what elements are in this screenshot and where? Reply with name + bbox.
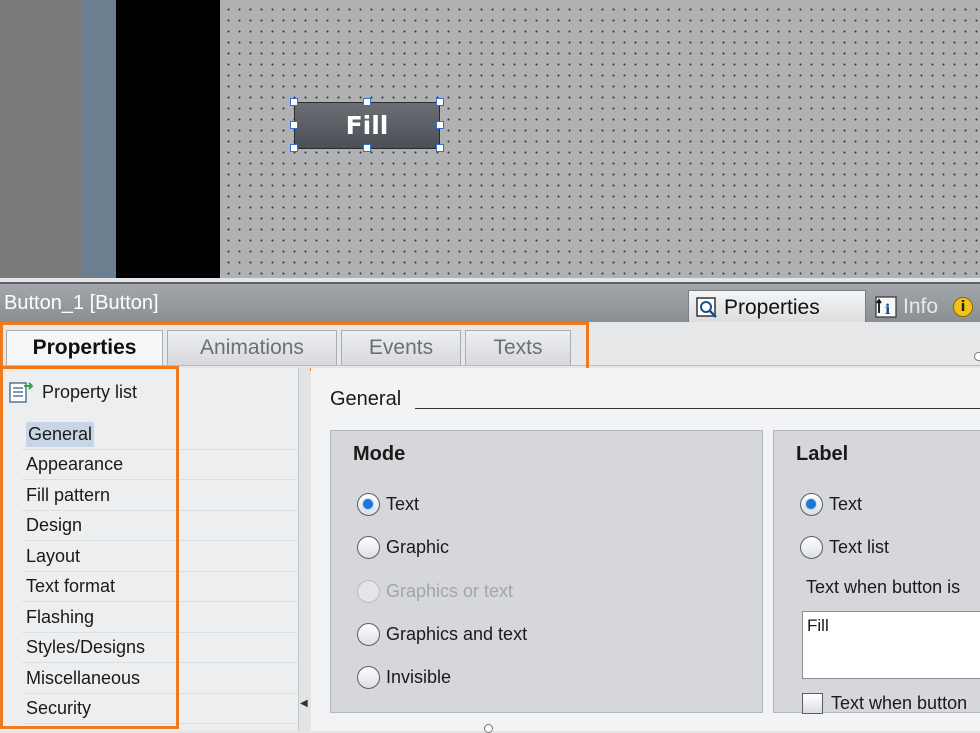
inspector-tab-properties-label: Properties bbox=[724, 295, 820, 319]
mode-option-graphic[interactable]: Graphic bbox=[357, 536, 449, 559]
properties-magnifier-icon bbox=[696, 296, 717, 318]
label-text-field[interactable]: Fill bbox=[802, 611, 980, 679]
tab-texts-label: Texts bbox=[493, 336, 543, 359]
radio-label: Graphics and text bbox=[386, 624, 528, 644]
fill-button-label: Fill bbox=[345, 111, 389, 140]
property-content-area: General Mode Text Graphic Graphics or te… bbox=[311, 368, 980, 731]
nav-item-appearance[interactable]: Appearance bbox=[22, 450, 297, 480]
nav-item-label: Appearance bbox=[26, 454, 124, 474]
diagnostics-icon[interactable]: i bbox=[953, 297, 974, 317]
radio-label: Text bbox=[829, 494, 863, 514]
tab-events-label: Events bbox=[368, 336, 434, 359]
tab-events[interactable]: Events bbox=[341, 330, 461, 365]
nav-item-design[interactable]: Design bbox=[22, 511, 297, 541]
radio-button bbox=[357, 580, 380, 603]
property-list-header[interactable]: Property list bbox=[8, 380, 137, 404]
nav-item-label: Miscellaneous bbox=[26, 668, 141, 688]
nav-item-fill-pattern[interactable]: Fill pattern bbox=[22, 481, 297, 511]
info-arrow-icon: i bbox=[875, 296, 897, 318]
nav-item-label: General bbox=[26, 422, 95, 447]
subtab-bar: Properties Animations Events Texts bbox=[0, 322, 980, 366]
mode-option-text[interactable]: Text bbox=[357, 493, 419, 516]
selection-title: Button_1 [Button] bbox=[4, 292, 159, 314]
selection-handle-w[interactable] bbox=[290, 121, 298, 129]
section-title: General bbox=[330, 388, 402, 410]
pressed-text-option[interactable]: Text when button bbox=[802, 693, 967, 714]
nav-item-label: Flashing bbox=[26, 607, 95, 627]
nav-item-label: Styles/Designs bbox=[26, 637, 146, 657]
screen-canvas[interactable] bbox=[0, 0, 980, 278]
selection-handle-sw[interactable] bbox=[290, 144, 298, 152]
canvas-left-panel bbox=[0, 0, 82, 278]
inspector-tab-properties[interactable]: Properties bbox=[688, 290, 866, 324]
nav-item-styles-designs[interactable]: Styles/Designs bbox=[22, 633, 297, 663]
inspector-header: Button_1 [Button] Properties i Info i bbox=[0, 282, 980, 324]
splitter-handle[interactable] bbox=[974, 352, 980, 361]
nav-item-label: Design bbox=[26, 515, 83, 535]
radio-label: Text bbox=[386, 494, 420, 514]
mode-option-graphics-or-text: Graphics or text bbox=[357, 580, 513, 603]
radio-button[interactable] bbox=[357, 493, 380, 516]
nav-item-label: Security bbox=[26, 698, 92, 718]
mode-option-graphics-and-text[interactable]: Graphics and text bbox=[357, 623, 527, 646]
property-list-panel: Property list General Appearance Fill pa… bbox=[0, 368, 300, 731]
selection-handle-e[interactable] bbox=[436, 121, 444, 129]
selection-handle-se[interactable] bbox=[436, 144, 444, 152]
nav-item-text-format[interactable]: Text format bbox=[22, 572, 297, 602]
radio-button[interactable] bbox=[800, 493, 823, 516]
scroll-left-arrow-icon[interactable]: ◀ bbox=[300, 698, 308, 709]
nav-item-general[interactable]: General bbox=[22, 420, 297, 450]
nav-item-miscellaneous[interactable]: Miscellaneous bbox=[22, 664, 297, 694]
svg-text:i: i bbox=[885, 302, 890, 318]
inspector-tab-info[interactable]: i Info i bbox=[868, 290, 980, 324]
selection-handle-ne[interactable] bbox=[436, 98, 444, 106]
tab-texts[interactable]: Texts bbox=[465, 330, 571, 365]
tab-properties[interactable]: Properties bbox=[6, 330, 163, 365]
radio-label: Graphic bbox=[386, 537, 450, 557]
pressed-text-label: Text when button bbox=[831, 693, 968, 713]
pressed-text-checkbox[interactable] bbox=[802, 693, 823, 714]
radio-button[interactable] bbox=[357, 536, 380, 559]
fill-button-object[interactable]: Fill bbox=[294, 102, 440, 149]
nav-item-flashing[interactable]: Flashing bbox=[22, 603, 297, 633]
radio-label: Invisible bbox=[386, 667, 452, 687]
diagnostics-icon-glyph: i bbox=[960, 299, 966, 315]
nav-item-label: Text format bbox=[26, 576, 116, 596]
nav-item-label: Fill pattern bbox=[26, 485, 111, 505]
mode-group: Mode Text Graphic Graphics or text Graph… bbox=[330, 430, 763, 713]
section-divider bbox=[415, 408, 980, 409]
label-option-text[interactable]: Text bbox=[800, 493, 862, 516]
tab-animations[interactable]: Animations bbox=[167, 330, 337, 365]
label-text-caption: Text when button is bbox=[806, 577, 961, 597]
radio-label: Text list bbox=[829, 537, 890, 557]
selection-handle-nw[interactable] bbox=[290, 98, 298, 106]
radio-button[interactable] bbox=[800, 536, 823, 559]
mode-group-title: Mode bbox=[353, 443, 406, 465]
property-list-icon bbox=[9, 382, 34, 403]
property-list-header-label: Property list bbox=[42, 381, 138, 402]
nav-item-label: Layout bbox=[26, 546, 81, 566]
radio-label: Graphics or text bbox=[386, 581, 514, 601]
tab-properties-label: Properties bbox=[32, 336, 137, 359]
label-group-title: Label bbox=[796, 443, 849, 465]
label-option-text-list[interactable]: Text list bbox=[800, 536, 889, 559]
label-group: Label Text Text list Text when button is… bbox=[773, 430, 980, 714]
selection-handle-n[interactable] bbox=[363, 98, 371, 106]
tab-animations-label: Animations bbox=[200, 336, 304, 359]
radio-button[interactable] bbox=[357, 666, 380, 689]
property-list-scrollbar[interactable]: ◀ bbox=[298, 368, 310, 731]
mode-option-invisible[interactable]: Invisible bbox=[357, 666, 451, 689]
selection-handle-s[interactable] bbox=[363, 144, 371, 152]
inspector-tab-info-label: Info bbox=[903, 295, 939, 318]
radio-button[interactable] bbox=[357, 623, 380, 646]
splitter-handle[interactable] bbox=[484, 724, 493, 733]
canvas-left-edge bbox=[82, 0, 116, 278]
nav-item-layout[interactable]: Layout bbox=[22, 542, 297, 572]
nav-item-security[interactable]: Security bbox=[22, 694, 297, 724]
